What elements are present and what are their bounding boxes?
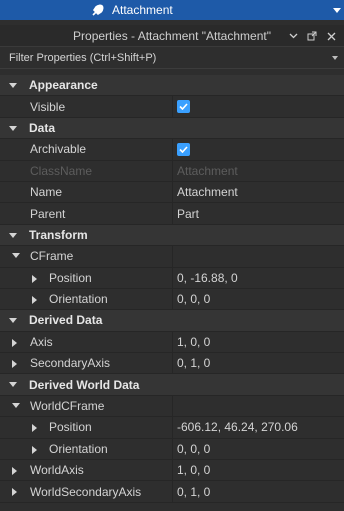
property-value — [172, 395, 344, 417]
collapse-icon — [9, 125, 17, 131]
expand-icon[interactable] — [12, 402, 20, 408]
expand-icon[interactable] — [12, 467, 17, 476]
name-value-field[interactable]: Attachment — [172, 181, 344, 203]
expand-icon[interactable] — [12, 338, 17, 347]
property-row-axis: Axis 1, 0, 0 — [0, 331, 344, 354]
expand-icon[interactable] — [32, 295, 37, 304]
filter-properties-input[interactable]: Filter Properties (Ctrl+Shift+P) — [0, 48, 344, 69]
property-row-parent: Parent Part — [0, 203, 344, 225]
expand-icon[interactable] — [32, 274, 37, 283]
property-value: -606.12, 46.24, 270.06 — [172, 417, 344, 438]
property-value — [172, 246, 344, 267]
section-appearance[interactable]: Appearance — [0, 75, 344, 97]
section-transform[interactable]: Transform — [0, 224, 344, 247]
filter-dropdown-icon[interactable] — [332, 56, 338, 60]
explorer-strip: Attachment — [0, 0, 344, 20]
filter-placeholder: Filter Properties (Ctrl+Shift+P) — [9, 52, 157, 64]
property-row-visible: Visible — [0, 96, 344, 118]
explorer-selected-label: Attachment — [112, 3, 173, 17]
orientation-value-field[interactable]: 0, 0, 0 — [172, 288, 344, 310]
property-name: CFrame — [30, 249, 74, 264]
property-name: Axis — [30, 334, 53, 349]
property-name: Parent — [30, 206, 66, 221]
property-name: WorldCFrame — [30, 399, 105, 414]
collapse-icon — [9, 382, 17, 388]
property-value: 0, 1, 0 — [172, 353, 344, 374]
property-row-cframe: CFrame — [0, 246, 344, 268]
property-row-world-axis: WorldAxis 1, 0, 0 — [0, 460, 344, 482]
property-value: 0, 0, 0 — [172, 438, 344, 460]
panel-title: Properties - Attachment "Attachment" — [73, 28, 271, 43]
section-derived-data[interactable]: Derived Data — [0, 310, 344, 332]
position-value-field[interactable]: 0, -16.88, 0 — [172, 267, 344, 288]
property-value: 1, 0, 0 — [172, 331, 344, 353]
undock-icon[interactable] — [307, 31, 317, 41]
property-name: Archivable — [30, 142, 87, 157]
property-value: 1, 0, 0 — [172, 460, 344, 481]
property-name: ClassName — [30, 163, 93, 178]
property-name: Name — [30, 185, 63, 200]
properties-grid: Appearance Visible Data Archivable Class… — [0, 75, 344, 503]
property-row-worldcframe: WorldCFrame — [0, 395, 344, 418]
scroll-down-button[interactable] — [330, 0, 344, 20]
property-row-name: Name Attachment — [0, 181, 344, 204]
property-name: Position — [49, 420, 92, 435]
property-row-world-orientation: Orientation 0, 0, 0 — [0, 438, 344, 461]
collapse-icon — [9, 232, 17, 238]
expand-icon[interactable] — [32, 445, 37, 454]
property-row-archivable: Archivable — [0, 139, 344, 161]
property-row-secondary-axis: SecondaryAxis 0, 1, 0 — [0, 353, 344, 375]
properties-title-bar: Properties - Attachment "Attachment" — [0, 25, 344, 47]
property-name: Orientation — [49, 441, 108, 456]
property-row-world-position: Position -606.12, 46.24, 270.06 — [0, 417, 344, 439]
expand-icon[interactable] — [12, 360, 17, 369]
property-name: Orientation — [49, 292, 108, 307]
property-name: WorldSecondaryAxis — [30, 484, 142, 499]
property-row-classname: ClassName Attachment — [0, 160, 344, 182]
explorer-selected-item[interactable]: Attachment — [0, 0, 330, 20]
archivable-checkbox[interactable] — [177, 142, 190, 156]
visible-checkbox[interactable] — [177, 100, 190, 114]
section-derived-world-data[interactable]: Derived World Data — [0, 374, 344, 396]
expand-icon[interactable] — [32, 424, 37, 433]
property-value: 0, 1, 0 — [172, 481, 344, 502]
property-name: WorldAxis — [30, 463, 84, 478]
expand-icon[interactable] — [12, 253, 20, 259]
property-row-orientation: Orientation 0, 0, 0 — [0, 288, 344, 311]
expand-icon[interactable] — [12, 488, 17, 497]
parent-value-field[interactable]: Part — [172, 203, 344, 224]
property-name: Visible — [30, 99, 66, 114]
property-name: Position — [49, 270, 92, 285]
property-row-world-secondary-axis: WorldSecondaryAxis 0, 1, 0 — [0, 481, 344, 503]
section-data[interactable]: Data — [0, 117, 344, 140]
property-value: Attachment — [172, 160, 344, 181]
property-row-position: Position 0, -16.88, 0 — [0, 267, 344, 289]
collapse-icon — [9, 83, 17, 88]
chevron-down-icon[interactable] — [288, 31, 298, 41]
attachment-icon — [90, 2, 106, 18]
close-icon[interactable] — [326, 31, 336, 41]
property-name: SecondaryAxis — [30, 356, 111, 371]
collapse-icon — [9, 318, 17, 324]
